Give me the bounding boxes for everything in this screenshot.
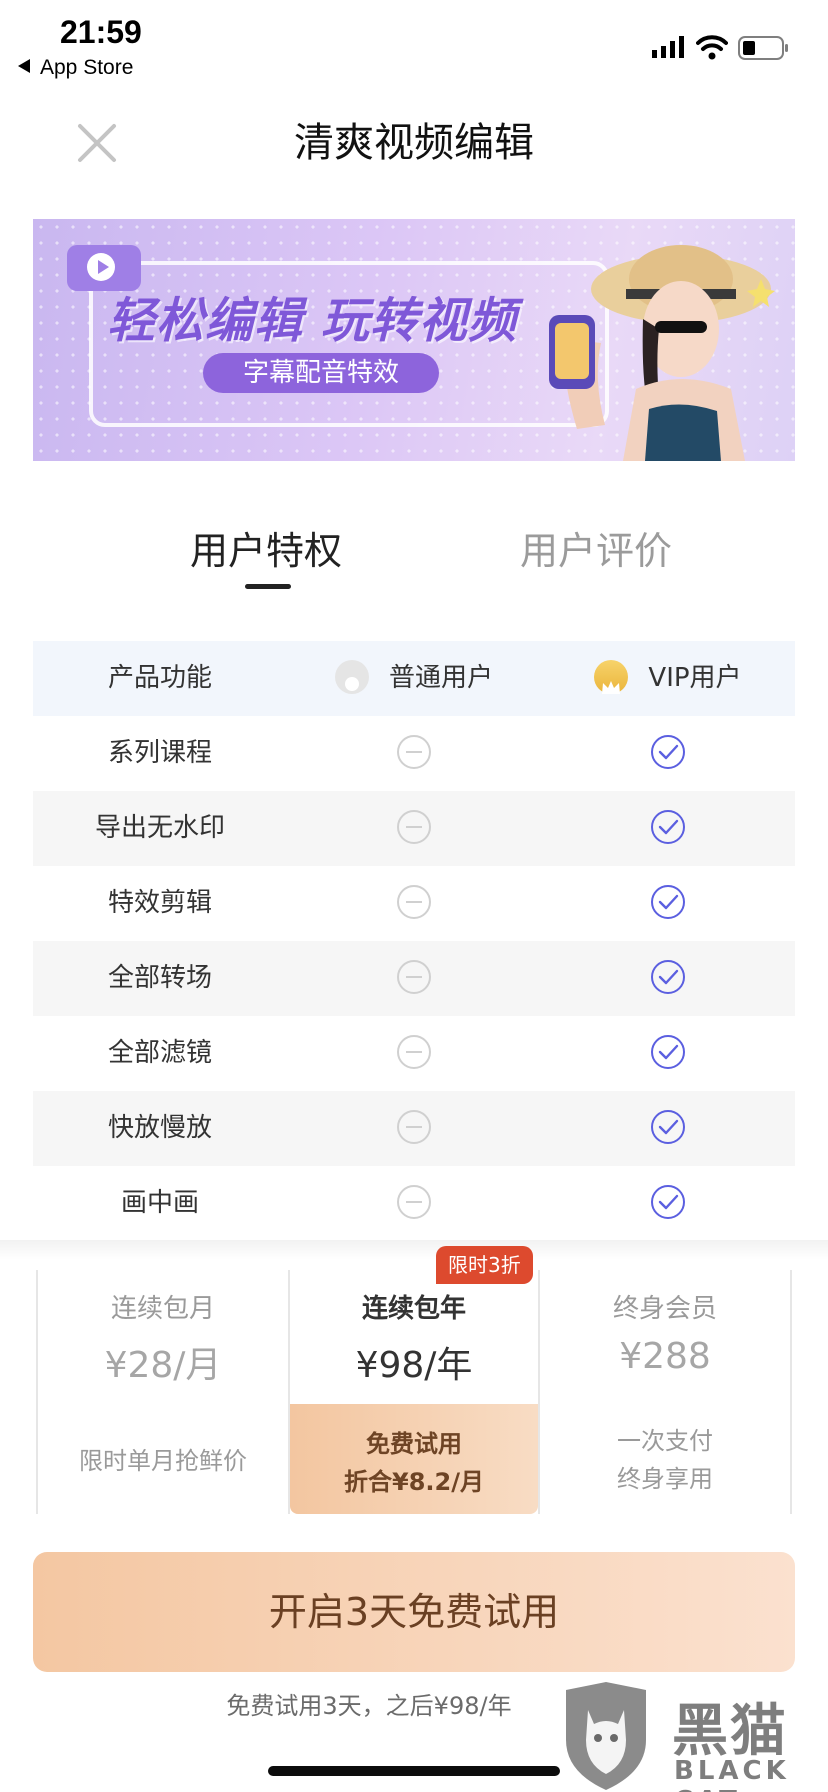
vip-status <box>541 791 795 866</box>
plan-selector: 连续包月 ¥28/月 限时单月抢鲜价 连续包年 ¥98/年 免费试用 折合¥8.… <box>36 1270 792 1514</box>
vip-status <box>541 1091 795 1166</box>
normal-status <box>287 1166 541 1241</box>
normal-status <box>287 716 541 791</box>
header-vip-label: VIP用户 <box>648 663 742 693</box>
table-row: 系列课程 <box>33 716 795 791</box>
feature-name: 全部滤镜 <box>107 1038 212 1068</box>
plan-name: 连续包月 <box>110 1294 215 1324</box>
check-icon <box>651 959 685 994</box>
vip-status <box>541 1166 795 1241</box>
feature-name: 全部转场 <box>107 963 212 993</box>
back-to-app-store[interactable]: App Store <box>18 56 133 80</box>
check-icon <box>651 1109 685 1144</box>
back-label: App Store <box>40 56 134 79</box>
plan-name: 连续包年 <box>361 1294 466 1324</box>
unavailable-icon <box>397 1184 431 1219</box>
promo-banner[interactable]: 轻松编辑 玩转视频 字幕配音特效 <box>33 219 795 461</box>
plans-divider-shadow <box>0 1240 828 1260</box>
watermark-cn: 黑猫 <box>672 1699 788 1764</box>
check-icon <box>651 809 685 844</box>
table-row: 特效剪辑 <box>33 866 795 941</box>
header-normal-user: 普通用户 <box>287 641 541 716</box>
unavailable-icon <box>397 734 431 769</box>
plan-monthly[interactable]: 连续包月 ¥28/月 限时单月抢鲜价 <box>36 1270 288 1514</box>
plan-lifetime[interactable]: 终身会员 ¥288 一次支付 终身享用 <box>540 1270 792 1514</box>
vip-status <box>541 941 795 1016</box>
feature-name: 画中画 <box>120 1188 199 1218</box>
unavailable-icon <box>397 1034 431 1069</box>
table-row: 全部滤镜 <box>33 1016 795 1091</box>
plan-note-line1: 免费试用 <box>366 1430 462 1458</box>
plan-note-line2: 折合¥8.2/月 <box>344 1468 484 1496</box>
table-row: 画中画 <box>33 1166 795 1241</box>
table-row: 导出无水印 <box>33 791 795 866</box>
unavailable-icon <box>397 1109 431 1144</box>
vip-status <box>541 1016 795 1091</box>
check-icon <box>651 884 685 919</box>
unavailable-icon <box>397 959 431 994</box>
home-indicator[interactable] <box>268 1766 560 1776</box>
status-bar: 21:59 App Store <box>0 0 828 96</box>
unavailable-icon <box>397 884 431 919</box>
header-normal-label: 普通用户 <box>388 663 493 693</box>
battery-icon <box>738 36 788 60</box>
vip-status <box>541 866 795 941</box>
vip-status <box>541 716 795 791</box>
plan-note-line1: 一次支付 <box>617 1427 713 1455</box>
plan-note: 限时单月抢鲜价 <box>79 1447 247 1475</box>
plan-price: ¥98/年 <box>355 1345 473 1386</box>
table-row: 全部转场 <box>33 941 795 1016</box>
tab-user-privileges[interactable]: 用户特权 <box>190 520 342 575</box>
table-row: 快放慢放 <box>33 1091 795 1166</box>
plan-price: ¥28/月 <box>104 1345 222 1386</box>
header-vip-user: VIP用户 <box>541 641 795 716</box>
tab-active-indicator <box>245 584 291 589</box>
normal-status <box>287 941 541 1016</box>
play-triangle <box>98 260 109 274</box>
check-icon <box>651 1184 685 1219</box>
avatar-icon <box>334 659 369 694</box>
check-icon <box>651 1034 685 1069</box>
feature-name: 系列课程 <box>107 738 212 768</box>
banner-model-photo <box>549 245 775 461</box>
feature-comparison-table: 产品功能 普通用户 VIP用户 系列课程 导出无水印 特效剪辑 全部转场 全部滤… <box>33 641 795 1241</box>
banner-headline: 轻松编辑 玩转视频 <box>107 293 517 349</box>
check-icon <box>651 734 685 769</box>
wifi-icon <box>696 35 728 60</box>
normal-status <box>287 791 541 866</box>
banner-pill: 字幕配音特效 <box>203 353 439 393</box>
normal-status <box>287 1016 541 1091</box>
black-cat-watermark: 黑猫 BLACK CAT <box>560 1672 828 1792</box>
cat-shield-icon <box>566 1682 646 1790</box>
status-time: 21:59 <box>60 14 142 50</box>
plan-name: 终身会员 <box>612 1294 717 1324</box>
trial-terms-text: 免费试用3天，之后¥98/年 <box>226 1692 512 1720</box>
cellular-signal-icon <box>652 36 684 58</box>
unavailable-icon <box>397 809 431 844</box>
plan-yearly-selected[interactable]: 连续包年 ¥98/年 免费试用 折合¥8.2/月 <box>288 1270 540 1514</box>
normal-status <box>287 866 541 941</box>
tab-user-reviews[interactable]: 用户评价 <box>520 520 672 575</box>
table-header-row: 产品功能 普通用户 VIP用户 <box>33 641 795 716</box>
back-arrow-icon <box>18 59 30 73</box>
plan-note-line2: 终身享用 <box>617 1465 713 1493</box>
page-title: 清爽视频编辑 <box>294 120 534 166</box>
discount-badge: 限时3折 <box>436 1246 533 1284</box>
plan-price: ¥288 <box>619 1336 711 1377</box>
feature-name: 特效剪辑 <box>107 888 212 918</box>
feature-name: 导出无水印 <box>94 813 225 843</box>
plan-trial-highlight: 免费试用 折合¥8.2/月 <box>290 1404 538 1514</box>
header-feature: 产品功能 <box>107 663 212 693</box>
watermark-en: BLACK CAT <box>674 1756 790 1792</box>
start-trial-button[interactable]: 开启3天免费试用 <box>33 1552 795 1672</box>
normal-status <box>287 1091 541 1166</box>
feature-name: 快放慢放 <box>107 1113 212 1143</box>
crown-icon <box>594 659 629 694</box>
